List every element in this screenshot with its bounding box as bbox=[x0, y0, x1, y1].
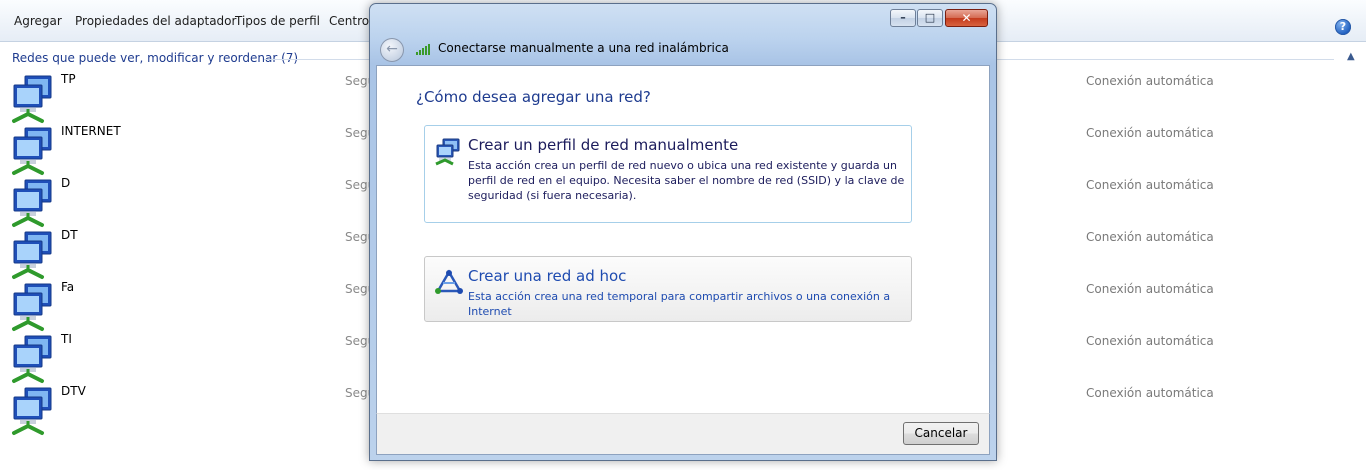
dialog-content: ¿Cómo desea agregar una red? Crear un pe… bbox=[376, 65, 990, 413]
option-adhoc-network[interactable]: Crear una red ad hoc Esta acción crea un… bbox=[424, 256, 912, 322]
dialog-question: ¿Cómo desea agregar una red? bbox=[416, 88, 651, 106]
option-adhoc-description: Esta acción crea una red temporal para c… bbox=[468, 290, 891, 318]
network-name: INTERNET bbox=[61, 124, 121, 138]
network-computers-icon bbox=[435, 138, 460, 166]
collapse-chevron-icon[interactable]: ▲ bbox=[1347, 51, 1355, 62]
maximize-button[interactable]: □ bbox=[917, 9, 943, 27]
back-arrow-icon: ← bbox=[386, 41, 398, 57]
network-connection-mode: Conexión automática bbox=[1086, 178, 1214, 192]
dialog-title: Conectarse manualmente a una red inalámb… bbox=[438, 41, 729, 55]
network-name: Fa bbox=[61, 280, 75, 294]
network-name: DT bbox=[61, 228, 78, 242]
network-connection-mode: Conexión automática bbox=[1086, 126, 1214, 140]
back-button[interactable]: ← bbox=[380, 38, 404, 62]
network-name: DTV bbox=[61, 384, 86, 398]
network-computer-icon bbox=[12, 179, 52, 227]
network-connection-mode: Conexión automática bbox=[1086, 386, 1214, 400]
wireless-signal-icon bbox=[416, 44, 430, 55]
window-controls: – □ ✕ bbox=[888, 9, 988, 27]
profile-types-button[interactable]: Tipos de perfil bbox=[235, 14, 320, 28]
network-computer-icon bbox=[12, 231, 52, 279]
network-connection-mode: Conexión automática bbox=[1086, 282, 1214, 296]
minimize-icon: – bbox=[900, 11, 906, 24]
network-computer-icon bbox=[12, 387, 52, 435]
adapter-properties-button[interactable]: Propiedades del adaptador bbox=[75, 14, 236, 28]
adhoc-network-icon bbox=[435, 269, 463, 294]
option-manual-profile-title: Crear un perfil de red manualmente bbox=[468, 136, 739, 154]
add-button[interactable]: Agregar bbox=[14, 14, 62, 28]
network-name: TI bbox=[61, 332, 72, 346]
network-name: TP bbox=[61, 72, 76, 86]
option-manual-profile[interactable]: Crear un perfil de red manualmente Esta … bbox=[424, 125, 912, 223]
network-connection-mode: Conexión automática bbox=[1086, 74, 1214, 88]
network-computer-icon bbox=[12, 75, 52, 123]
manual-wireless-dialog: – □ ✕ ← Conectarse manualmente a una red… bbox=[369, 3, 997, 461]
network-computer-icon bbox=[12, 335, 52, 383]
option-manual-profile-description: Esta acción crea un perfil de red nuevo … bbox=[468, 159, 905, 202]
maximize-icon: □ bbox=[924, 11, 936, 24]
dialog-footer: Cancelar bbox=[376, 413, 990, 455]
network-connection-mode: Conexión automática bbox=[1086, 334, 1214, 348]
option-adhoc-title: Crear una red ad hoc bbox=[468, 267, 627, 285]
close-button[interactable]: ✕ bbox=[945, 9, 988, 27]
minimize-button[interactable]: – bbox=[890, 9, 916, 27]
network-group-header[interactable]: Redes que puede ver, modificar y reorden… bbox=[12, 51, 298, 65]
network-center-button[interactable]: Centro bbox=[329, 14, 369, 28]
network-connection-mode: Conexión automática bbox=[1086, 230, 1214, 244]
network-computer-icon bbox=[12, 127, 52, 175]
close-icon: ✕ bbox=[961, 11, 972, 25]
network-computer-icon bbox=[12, 283, 52, 331]
help-icon[interactable]: ? bbox=[1335, 19, 1351, 35]
network-name: D bbox=[61, 176, 71, 190]
cancel-button[interactable]: Cancelar bbox=[903, 422, 979, 445]
